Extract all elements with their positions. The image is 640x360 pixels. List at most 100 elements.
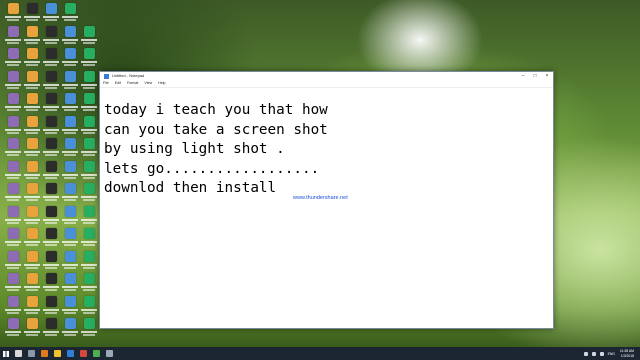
desktop-shortcut-icon[interactable] [23,318,41,336]
store-icon[interactable] [67,350,74,357]
desktop-shortcut-icon[interactable] [4,273,22,291]
desktop-shortcut-icon[interactable] [61,3,79,21]
desktop-shortcut-icon[interactable] [80,183,98,201]
search-icon[interactable] [15,350,22,357]
desktop-shortcut-icon[interactable] [61,115,79,134]
desktop-shortcut-icon[interactable] [61,318,79,336]
file-explorer-icon[interactable] [54,350,61,357]
desktop-shortcut-icon[interactable] [23,250,41,269]
desktop-shortcut-icon[interactable] [23,25,41,44]
title-bar[interactable]: Untitled - Notepad – □ × [100,72,553,80]
desktop-shortcut-icon[interactable] [4,295,22,314]
notepad-taskbar-icon[interactable] [106,350,113,357]
desktop-shortcut-icon[interactable] [42,70,60,89]
desktop-shortcut-icon[interactable] [23,138,41,156]
desktop-shortcut-icon[interactable] [80,93,98,111]
desktop-shortcut-icon[interactable] [4,183,22,201]
desktop-shortcut-icon[interactable] [4,160,22,179]
minimize-button[interactable]: – [517,72,529,80]
desktop-shortcut-icon[interactable] [23,228,41,246]
desktop-shortcut-icon[interactable] [61,273,79,291]
desktop-shortcut-icon[interactable] [61,228,79,246]
desktop-shortcut-icon[interactable] [42,250,60,269]
desktop-shortcut-icon[interactable] [42,48,60,66]
desktop-shortcut-icon[interactable] [4,205,22,224]
desktop-shortcut-icon[interactable] [4,93,22,111]
menu-edit[interactable]: Edit [115,80,121,87]
desktop-shortcut-icon[interactable] [80,70,98,89]
network-icon[interactable] [591,351,596,356]
desktop-shortcut-icon[interactable] [42,273,60,291]
desktop-shortcut-icon[interactable] [61,138,79,156]
desktop-shortcut-icon[interactable] [42,25,60,44]
desktop-shortcut-icon[interactable] [23,3,41,21]
desktop-shortcut-icon[interactable] [61,70,79,89]
desktop-shortcut-icon[interactable] [80,318,98,336]
desktop-shortcut-icon[interactable] [61,295,79,314]
close-button[interactable]: × [541,72,553,80]
desktop-shortcut-icon[interactable] [23,295,41,314]
desktop-shortcut-icon[interactable] [61,93,79,111]
desktop-shortcut-icon[interactable] [80,25,98,44]
desktop-shortcut-icon[interactable] [4,70,22,89]
desktop-shortcut-icon[interactable] [61,48,79,66]
desktop-shortcut-icon[interactable] [42,318,60,336]
desktop-shortcut-icon[interactable] [4,318,22,336]
desktop-shortcut-icon[interactable] [42,160,60,179]
desktop-shortcut-icon[interactable] [23,205,41,224]
desktop-shortcut-icon[interactable] [23,93,41,111]
desktop-shortcut-icon[interactable] [80,250,98,269]
desktop-shortcut-icon[interactable] [80,273,98,291]
desktop-shortcut-icon[interactable] [80,205,98,224]
menu-file[interactable]: File [103,80,109,87]
desktop-shortcut-icon[interactable] [4,250,22,269]
start-button[interactable] [0,347,12,360]
app-icon[interactable] [80,350,87,357]
desktop-shortcut-icon[interactable] [42,115,60,134]
desktop-shortcut-icon[interactable] [80,295,98,314]
desktop-shortcut-icon[interactable] [42,228,60,246]
desktop-shortcut-icon[interactable] [61,205,79,224]
notepad-icon [104,73,109,79]
desktop-shortcut-icon[interactable] [23,48,41,66]
desktop-shortcut-icon[interactable] [80,228,98,246]
notepad-window[interactable]: Untitled - Notepad – □ × File Edit Forma… [99,71,554,329]
desktop-shortcut-icon[interactable] [80,138,98,156]
desktop-shortcut-icon[interactable] [80,115,98,134]
desktop-shortcut-icon[interactable] [42,138,60,156]
desktop-shortcut-icon[interactable] [23,70,41,89]
desktop-shortcut-icon[interactable] [4,138,22,156]
menu-help[interactable]: Help [158,80,165,87]
desktop-shortcut-icon[interactable] [61,160,79,179]
desktop-shortcut-icon[interactable] [61,25,79,44]
task-view-icon[interactable] [28,350,35,357]
desktop-shortcut-icon[interactable] [61,183,79,201]
desktop-shortcut-icon[interactable] [4,115,22,134]
language-indicator[interactable]: ENG [608,352,615,356]
desktop-shortcut-icon[interactable] [4,48,22,66]
desktop-shortcut-icon[interactable] [61,250,79,269]
desktop-shortcut-icon[interactable] [42,183,60,201]
desktop-shortcut-icon[interactable] [42,93,60,111]
volume-icon[interactable] [599,351,604,356]
desktop-shortcut-icon[interactable] [42,3,60,21]
desktop-shortcut-icon[interactable] [4,25,22,44]
desktop-shortcut-icon[interactable] [23,160,41,179]
menu-format[interactable]: Format [127,80,138,87]
desktop-shortcut-icon[interactable] [80,48,98,66]
desktop-shortcut-icon[interactable] [23,273,41,291]
desktop-shortcut-icon[interactable] [23,183,41,201]
desktop-shortcut-icon[interactable] [23,115,41,134]
desktop-shortcut-icon[interactable] [4,228,22,246]
browser-icon[interactable] [41,350,48,357]
maximize-button[interactable]: □ [529,72,541,80]
app-icon[interactable] [93,350,100,357]
text-editor[interactable]: today i teach you that how can you take … [100,88,553,328]
desktop-shortcut-icon[interactable] [42,205,60,224]
desktop-shortcut-icon[interactable] [80,160,98,179]
chevron-up-icon[interactable] [583,351,588,356]
desktop-shortcut-icon[interactable] [42,295,60,314]
clock[interactable]: 11:38 AM 1/3/2018 [620,349,634,357]
desktop-shortcut-icon[interactable] [4,3,22,21]
menu-view[interactable]: View [144,80,152,87]
